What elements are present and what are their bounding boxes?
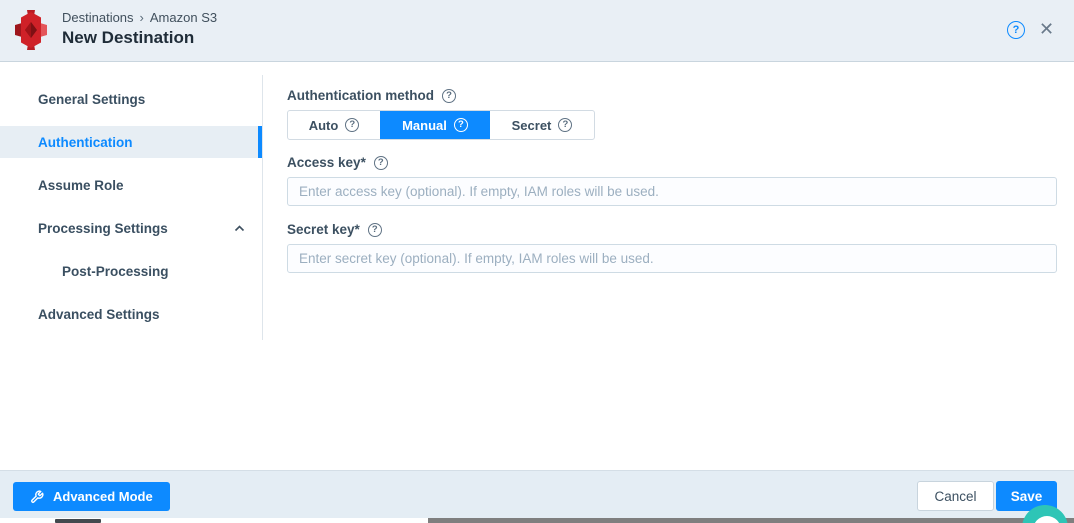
sidebar-item-processing-settings[interactable]: Processing Settings [0, 212, 262, 244]
auth-option-label: Auto [309, 118, 339, 133]
help-icon[interactable]: ? [1007, 21, 1025, 39]
sidebar-item-label: General Settings [38, 92, 145, 107]
sidebar-item-label: Post-Processing [62, 264, 169, 279]
form-content: Authentication method ? Auto ? Manual ? … [287, 62, 1057, 273]
modal-footer: Advanced Mode Cancel Save [0, 470, 1074, 518]
sidebar-item-post-processing[interactable]: Post-Processing [0, 255, 262, 287]
advanced-mode-button[interactable]: Advanced Mode [13, 482, 170, 511]
close-icon[interactable]: ✕ [1039, 19, 1054, 40]
access-key-label-text: Access key* [287, 155, 366, 170]
secret-key-label-text: Secret key* [287, 222, 360, 237]
auth-method-toggle: Auto ? Manual ? Secret ? [287, 110, 595, 140]
secret-key-label: Secret key* ? [287, 222, 1057, 237]
sidebar-item-label: Assume Role [38, 178, 124, 193]
help-icon[interactable]: ? [374, 156, 388, 170]
auth-method-label-text: Authentication method [287, 88, 434, 103]
bottom-edge-strip [428, 518, 1074, 523]
chevron-up-icon [234, 225, 245, 232]
settings-sidebar: General Settings Authentication Assume R… [0, 62, 262, 470]
sidebar-item-advanced-settings[interactable]: Advanced Settings [0, 298, 262, 330]
help-icon[interactable]: ? [345, 118, 359, 132]
sidebar-item-label: Authentication [38, 135, 133, 150]
sidebar-item-general-settings[interactable]: General Settings [0, 83, 262, 115]
sidebar-item-assume-role[interactable]: Assume Role [0, 169, 262, 201]
auth-option-manual[interactable]: Manual ? [380, 111, 490, 139]
secret-key-field[interactable] [287, 244, 1057, 273]
auth-method-label: Authentication method ? [287, 88, 1057, 103]
help-icon[interactable]: ? [454, 118, 468, 132]
access-key-label: Access key* ? [287, 155, 1057, 170]
page-title: New Destination [62, 28, 194, 48]
wrench-icon [30, 490, 44, 504]
auth-option-label: Secret [512, 118, 552, 133]
sidebar-item-authentication[interactable]: Authentication [0, 126, 262, 158]
sidebar-item-label: Advanced Settings [38, 307, 160, 322]
breadcrumb-amazon-s3: Amazon S3 [150, 10, 217, 25]
sidebar-divider [262, 75, 263, 340]
sidebar-item-label: Processing Settings [38, 221, 168, 236]
auth-option-auto[interactable]: Auto ? [288, 111, 380, 139]
cancel-button[interactable]: Cancel [917, 481, 994, 511]
new-destination-modal: Destinations › Amazon S3 New Destination… [0, 0, 1074, 523]
amazon-s3-logo [14, 10, 48, 50]
help-icon[interactable]: ? [442, 89, 456, 103]
background-page-fragment [55, 519, 101, 523]
help-icon[interactable]: ? [368, 223, 382, 237]
auth-option-secret[interactable]: Secret ? [490, 111, 594, 139]
breadcrumb-destinations[interactable]: Destinations [62, 10, 134, 25]
help-icon[interactable]: ? [558, 118, 572, 132]
breadcrumb-separator: › [140, 10, 144, 25]
modal-header: Destinations › Amazon S3 New Destination… [0, 0, 1074, 62]
access-key-field[interactable] [287, 177, 1057, 206]
breadcrumb: Destinations › Amazon S3 [62, 10, 217, 25]
auth-option-label: Manual [402, 118, 447, 133]
advanced-mode-label: Advanced Mode [53, 489, 153, 504]
